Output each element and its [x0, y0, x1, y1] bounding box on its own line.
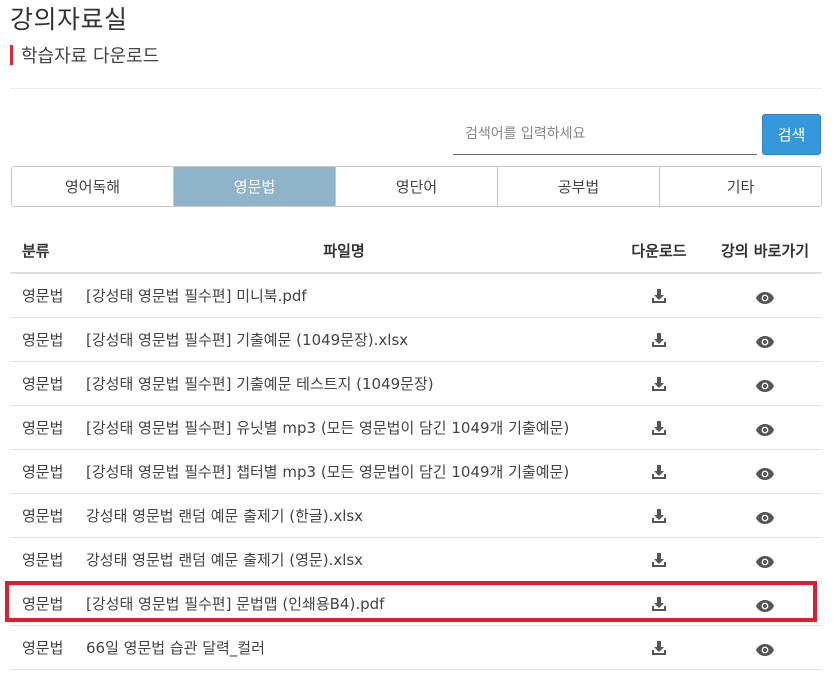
- table-row: 영문법 [강성태 영문법 필수편] 문법맵 (인쇄용B4).pdf: [10, 582, 822, 626]
- download-icon[interactable]: [651, 420, 667, 436]
- tab-vocabulary[interactable]: 영단어: [336, 167, 498, 206]
- row-filename[interactable]: [강성태 영문법 필수편] 기출예문 테스트지 (1049문장): [78, 373, 610, 394]
- row-category: 영문법: [22, 419, 64, 437]
- header-category: 분류: [22, 241, 50, 260]
- subtitle-text: 학습자료 다운로드: [21, 46, 160, 67]
- materials-table: 분류 파일명 다운로드 강의 바로가기 영문법 [강성태 영문법 필수편] 미니북…: [10, 228, 822, 670]
- table-row: 영문법 강성태 영문법 랜덤 예문 출제기 (한글).xlsx: [10, 494, 822, 538]
- row-filename[interactable]: 강성태 영문법 랜덤 예문 출제기 (영문).xlsx: [78, 549, 610, 570]
- table-row: 영문법 [강성태 영문법 필수편] 챕터별 mp3 (모든 영문법이 담긴 104…: [10, 450, 822, 494]
- header-shortcut: 강의 바로가기: [720, 241, 810, 260]
- download-icon[interactable]: [651, 376, 667, 392]
- header-divider: [10, 88, 822, 89]
- row-filename[interactable]: [강성태 영문법 필수편] 문법맵 (인쇄용B4).pdf: [78, 593, 610, 614]
- tab-study-method[interactable]: 공부법: [498, 167, 660, 206]
- table-row: 영문법 강성태 영문법 랜덤 예문 출제기 (영문).xlsx: [10, 538, 822, 582]
- table-row: 영문법 66일 영문법 습관 달력_컬러: [10, 626, 822, 670]
- page-title: 강의자료실: [10, 5, 128, 34]
- download-icon[interactable]: [651, 508, 667, 524]
- eye-icon[interactable]: [756, 378, 774, 392]
- download-icon[interactable]: [651, 332, 667, 348]
- eye-icon[interactable]: [756, 334, 774, 348]
- table-row: 영문법 [강성태 영문법 필수편] 미니북.pdf: [10, 274, 822, 318]
- download-icon[interactable]: [651, 640, 667, 656]
- row-category: 영문법: [22, 463, 64, 481]
- search-button[interactable]: 검색: [762, 114, 821, 155]
- row-category: 영문법: [22, 595, 64, 613]
- category-tabs: 영어독해 영문법 영단어 공부법 기타: [11, 166, 822, 207]
- row-filename[interactable]: [강성태 영문법 필수편] 기출예문 (1049문장).xlsx: [78, 329, 610, 350]
- row-filename[interactable]: [강성태 영문법 필수편] 유닛별 mp3 (모든 영문법이 담긴 1049개 …: [78, 417, 610, 438]
- download-icon[interactable]: [651, 464, 667, 480]
- eye-icon[interactable]: [756, 642, 774, 656]
- row-category: 영문법: [22, 375, 64, 393]
- download-icon[interactable]: [651, 596, 667, 612]
- table-row: 영문법 [강성태 영문법 필수편] 유닛별 mp3 (모든 영문법이 담긴 104…: [10, 406, 822, 450]
- search-input[interactable]: [453, 113, 757, 155]
- row-category: 영문법: [22, 551, 64, 569]
- row-filename[interactable]: 강성태 영문법 랜덤 예문 출제기 (한글).xlsx: [78, 505, 610, 526]
- eye-icon[interactable]: [756, 510, 774, 524]
- section-subtitle: 학습자료 다운로드: [10, 42, 159, 68]
- header-download: 다운로드: [631, 241, 687, 260]
- tab-grammar[interactable]: 영문법: [174, 167, 336, 206]
- row-filename[interactable]: [강성태 영문법 필수편] 미니북.pdf: [78, 285, 610, 306]
- table-row: 영문법 [강성태 영문법 필수편] 기출예문 (1049문장).xlsx: [10, 318, 822, 362]
- eye-icon[interactable]: [756, 598, 774, 612]
- download-icon[interactable]: [651, 552, 667, 568]
- download-icon[interactable]: [651, 288, 667, 304]
- row-filename[interactable]: [강성태 영문법 필수편] 챕터별 mp3 (모든 영문법이 담긴 1049개 …: [78, 461, 610, 482]
- eye-icon[interactable]: [756, 466, 774, 480]
- subtitle-accent-bar: [10, 45, 13, 65]
- header-filename: 파일명: [323, 241, 365, 260]
- eye-icon[interactable]: [756, 290, 774, 304]
- eye-icon[interactable]: [756, 422, 774, 436]
- row-category: 영문법: [22, 639, 64, 657]
- row-category: 영문법: [22, 507, 64, 525]
- tab-etc[interactable]: 기타: [660, 167, 821, 206]
- table-body: 영문법 [강성태 영문법 필수편] 미니북.pdf 영문법 [강성태 영문법 필수편]…: [10, 274, 822, 670]
- row-filename[interactable]: 66일 영문법 습관 달력_컬러: [78, 637, 610, 658]
- tab-reading[interactable]: 영어독해: [12, 167, 174, 206]
- table-header: 분류 파일명 다운로드 강의 바로가기: [10, 228, 822, 274]
- eye-icon[interactable]: [756, 554, 774, 568]
- row-category: 영문법: [22, 287, 64, 305]
- row-category: 영문법: [22, 331, 64, 349]
- table-row: 영문법 [강성태 영문법 필수편] 기출예문 테스트지 (1049문장): [10, 362, 822, 406]
